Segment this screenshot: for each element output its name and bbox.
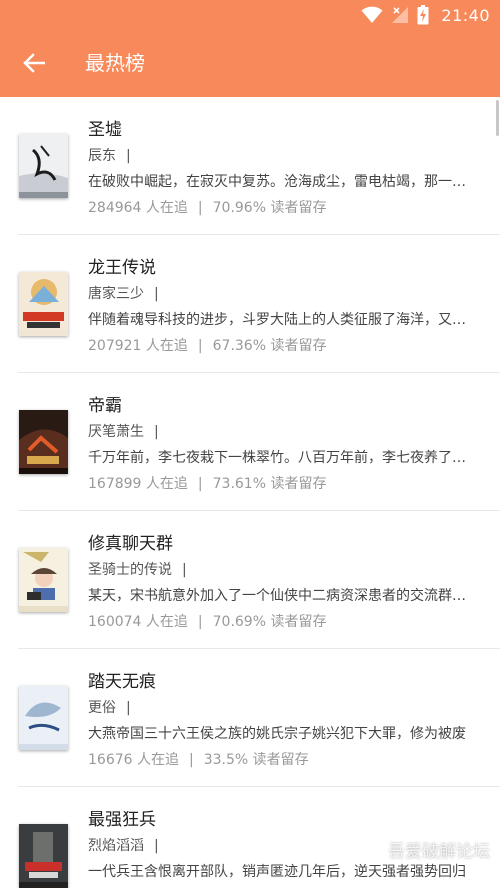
wifi-icon [361, 6, 383, 24]
book-stats: 207921 人在追 | 67.36% 读者留存 [88, 338, 327, 354]
book-author: 唐家三少 | [88, 286, 159, 302]
watermark-text: 吾爱破解论坛 [388, 842, 490, 862]
book-cover [19, 686, 68, 750]
book-cover [19, 410, 68, 474]
book-description: 大燕帝国三十六王侯之族的姚氏宗子姚兴犯下大罪，修为被废 [88, 726, 466, 742]
follower-count: 207921 [88, 338, 142, 354]
book-description: 千万年前，李七夜栽下一株翠竹。八百万年前，李七夜养了一条鲤鱼 [88, 450, 472, 466]
book-title: 踏天无痕 [88, 672, 156, 692]
retention-rate: 70.69% [212, 614, 267, 630]
book-cover [19, 548, 68, 612]
book-cover [19, 134, 68, 198]
book-stats: 167899 人在追 | 73.61% 读者留存 [88, 476, 327, 492]
book-list-item[interactable]: 修真聊天群 圣骑士的传说 | 某天，宋书航意外加入了一个仙侠中二病资深患者的交流群… [0, 511, 500, 649]
status-bar: 21:40 [0, 0, 500, 30]
book-stats: 284964 人在追 | 70.96% 读者留存 [88, 200, 327, 216]
retention-rate: 33.5% [203, 752, 249, 768]
book-title: 帝霸 [88, 396, 122, 416]
book-title: 圣墟 [88, 120, 122, 140]
book-list-item[interactable]: 龙王传说 唐家三少| 伴随着魂导科技的进步，斗罗大陆上的人类征服了海洋，又发现了… [0, 235, 500, 373]
arrow-left-icon [23, 53, 45, 73]
book-list-item[interactable]: 帝霸 厌笔萧生 | 千万年前，李七夜栽下一株翠竹。八百万年前，李七夜养了一条鲤鱼 … [0, 373, 500, 511]
book-description: 伴随着魂导科技的进步，斗罗大陆上的人类征服了海洋，又发现了两块大陆 [88, 312, 472, 328]
retention-rate: 67.36% [212, 338, 267, 354]
status-icons: 21:40 [361, 4, 490, 26]
battery-charging-icon [417, 5, 429, 25]
page-title: 最热榜 [85, 51, 145, 75]
book-author: 烈焰滔滔 | [88, 838, 159, 854]
book-author: 更俗 | [88, 700, 131, 716]
book-author: 厌笔萧生 | [88, 424, 159, 440]
status-time: 21:40 [441, 5, 490, 25]
book-author: 圣骑士的传说 | [88, 562, 187, 578]
book-cover [19, 824, 68, 888]
book-description: 一代兵王含恨离开部队，销声匿迹几年后，逆天强者强势回归 [88, 864, 466, 880]
book-stats: 16676 人在追 | 33.5% 读者留存 [88, 752, 309, 768]
book-list-item[interactable]: 圣墟 辰东| 在破败中崛起，在寂灭中复苏。沧海成尘，雷电枯竭，那一缕幽雾又一次临… [0, 97, 500, 235]
book-description: 在破败中崛起，在寂灭中复苏。沧海成尘，雷电枯竭，那一缕幽雾又一次临近大地，世间的… [88, 174, 472, 190]
book-title: 龙王传说 [88, 258, 156, 278]
book-list-item[interactable]: 踏天无痕 更俗 | 大燕帝国三十六王侯之族的姚氏宗子姚兴犯下大罪，修为被废 166… [0, 649, 500, 787]
app-bar: 最热榜 [0, 30, 500, 97]
signal-off-icon [391, 6, 409, 24]
book-stats: 160074 人在追 | 70.69% 读者留存 [88, 614, 327, 630]
book-list[interactable]: 圣墟 辰东| 在破败中崛起，在寂灭中复苏。沧海成尘，雷电枯竭，那一缕幽雾又一次临… [0, 97, 500, 888]
follower-count: 16676 [88, 752, 133, 768]
retention-rate: 73.61% [212, 476, 267, 492]
book-title: 最强狂兵 [88, 810, 156, 830]
book-description: 某天，宋书航意外加入了一个仙侠中二病资深患者的交流群，里面的群友们都以‘道友’相… [88, 588, 472, 604]
retention-rate: 70.96% [212, 200, 267, 216]
book-cover [19, 272, 68, 336]
follower-count: 284964 [88, 200, 142, 216]
follower-count: 160074 [88, 614, 142, 630]
follower-count: 167899 [88, 476, 142, 492]
back-button[interactable] [12, 41, 56, 85]
book-title: 修真聊天群 [88, 534, 173, 554]
book-author: 辰东 | [88, 148, 131, 164]
scrollbar[interactable] [496, 100, 499, 136]
